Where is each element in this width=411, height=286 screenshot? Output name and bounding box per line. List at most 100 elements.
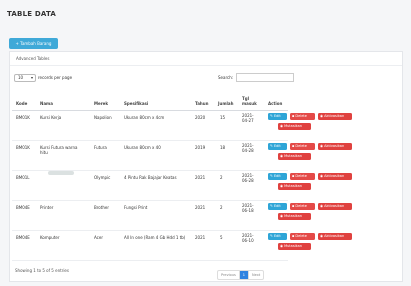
cell-merek: Acer	[94, 235, 103, 240]
cell-tgl-2: 06-10	[242, 238, 254, 243]
col-kode[interactable]: Kode	[16, 101, 27, 106]
add-item-button[interactable]: + Tambah Barang	[9, 38, 58, 49]
pagination: Previous 1 Next	[217, 270, 265, 280]
panel-heading: Advanced Tables	[10, 52, 402, 66]
check-circle-icon: ◉	[320, 204, 324, 208]
page-1-button[interactable]: 1	[238, 271, 249, 279]
table-row: BM04E Komputer Acer All In one (Ram 4 Gb Hd…	[12, 231, 352, 261]
mutate-button[interactable]: ◉Mutasikan	[278, 153, 311, 160]
table-row: BM01K Kursi Futura warna hitu Futura Ukuran…	[12, 141, 352, 171]
transfer-icon: ◉	[280, 124, 284, 128]
cell-jumlah: 5	[220, 235, 223, 240]
cell-spesifikasi: All In one (Ram 4 Gb Hdd 1 tb)	[124, 235, 186, 240]
cell-tahun: 2020	[195, 115, 206, 120]
col-action: Action	[268, 101, 283, 106]
cell-merek: Napolion	[94, 115, 112, 120]
mutate-label: Mutasikan	[284, 214, 302, 218]
cell-spesifikasi: Ukuran 80cm x 40	[124, 145, 161, 150]
mutate-button[interactable]: ◉Mutasikan	[278, 183, 311, 190]
activate-button[interactable]: ◉Aktivasikan	[318, 233, 352, 240]
page-length-label: records per page	[38, 75, 73, 80]
table-panel: Advanced Tables 10 ▾ records per page Se…	[9, 51, 403, 282]
next-page-button[interactable]: Next	[248, 271, 263, 279]
cell-kode: BM04E	[16, 205, 30, 210]
redacted-name	[48, 171, 74, 175]
delete-label: Delete	[295, 234, 307, 238]
cell-nama: Kursi Kerja	[40, 115, 62, 120]
activate-label: Aktivasikan	[324, 234, 345, 238]
cell-tgl-2: 06-18	[242, 208, 254, 213]
activate-button[interactable]: ◉Aktivasikan	[318, 143, 352, 150]
activate-button[interactable]: ◉Aktivasikan	[318, 113, 352, 120]
edit-label: Edit	[273, 234, 281, 238]
edit-icon: ✎	[270, 114, 273, 118]
cell-jumlah: 2	[220, 205, 223, 210]
delete-button[interactable]: ▪Delete	[290, 143, 315, 150]
table-header: Kode Nama Merek Spesifikasi Tahun Jumlah…	[12, 89, 288, 111]
cell-kode: BM01L	[16, 175, 30, 180]
edit-button[interactable]: ✎Edit	[268, 233, 287, 240]
cell-spesifikasi: Fungsi Print	[124, 205, 148, 210]
mutate-button[interactable]: ◉Mutasikan	[278, 123, 311, 130]
activate-label: Aktivasikan	[324, 144, 345, 148]
col-spesifikasi[interactable]: Spesifikasi	[124, 101, 148, 106]
col-tahun[interactable]: Tahun	[195, 101, 208, 106]
delete-label: Delete	[295, 144, 307, 148]
col-jumlah[interactable]: Jumlah	[218, 101, 233, 106]
check-circle-icon: ◉	[320, 114, 324, 118]
chevron-down-icon: ▾	[30, 75, 33, 80]
activate-button[interactable]: ◉Aktivasikan	[318, 203, 352, 210]
delete-label: Delete	[295, 174, 307, 178]
cell-kode: BM04E	[16, 235, 30, 240]
prev-page-button[interactable]: Previous	[218, 271, 239, 279]
table-row: BM04E Printer Brother Fungsi Print 2021 2 2021…	[12, 201, 352, 231]
cell-merek: Futura	[94, 145, 107, 150]
edit-button[interactable]: ✎Edit	[268, 113, 287, 120]
cell-nama: Kursi Futura warna hitu	[40, 145, 78, 155]
activate-button[interactable]: ◉Aktivasikan	[318, 173, 352, 180]
transfer-icon: ◉	[280, 154, 284, 158]
delete-button[interactable]: ▪Delete	[290, 113, 315, 120]
edit-icon: ✎	[270, 204, 273, 208]
delete-button[interactable]: ▪Delete	[290, 203, 315, 210]
page-length-value: 10	[18, 75, 24, 80]
cell-kode: BM01K	[16, 115, 30, 120]
edit-icon: ✎	[270, 174, 273, 178]
edit-button[interactable]: ✎Edit	[268, 143, 287, 150]
check-circle-icon: ◉	[320, 234, 324, 238]
transfer-icon: ◉	[280, 214, 284, 218]
cell-jumlah: 2	[220, 175, 223, 180]
data-table: Kode Nama Merek Spesifikasi Tahun Jumlah…	[12, 89, 352, 261]
mutate-button[interactable]: ◉Mutasikan	[278, 243, 311, 250]
cell-tahun: 2021	[195, 235, 206, 240]
edit-button[interactable]: ✎Edit	[268, 173, 287, 180]
transfer-icon: ◉	[280, 244, 284, 248]
delete-button[interactable]: ▪Delete	[290, 173, 315, 180]
check-circle-icon: ◉	[320, 174, 324, 178]
activate-label: Aktivasikan	[324, 114, 345, 118]
edit-label: Edit	[273, 204, 281, 208]
table-info: Showing 1 to 5 of 5 entries	[15, 268, 69, 273]
page-title: TABLE DATA	[7, 10, 56, 18]
cell-nama: Komputer	[40, 235, 60, 240]
search-input[interactable]	[236, 73, 294, 82]
cell-kode: BM01K	[16, 145, 30, 150]
page-length-select[interactable]: 10 ▾	[14, 74, 36, 82]
table-controls: 10 ▾ records per page Search:	[10, 73, 402, 85]
delete-button[interactable]: ▪Delete	[290, 233, 315, 240]
edit-button[interactable]: ✎Edit	[268, 203, 287, 210]
mutate-button[interactable]: ◉Mutasikan	[278, 213, 311, 220]
mutate-label: Mutasikan	[284, 124, 302, 128]
table-row: BM01L Olympic 4 Pintu Rak Bajajar Keatas 20…	[12, 171, 352, 201]
col-tgl-2[interactable]: masuk	[242, 101, 257, 106]
edit-label: Edit	[273, 144, 281, 148]
transfer-icon: ◉	[280, 184, 284, 188]
cell-jumlah: 18	[220, 145, 226, 150]
cell-spesifikasi: 4 Pintu Rak Bajajar Keatas	[124, 175, 177, 180]
mutate-label: Mutasikan	[284, 184, 302, 188]
col-nama[interactable]: Nama	[40, 101, 53, 106]
cell-tahun: 2021	[195, 205, 206, 210]
col-merek[interactable]: Merek	[94, 101, 108, 106]
mutate-label: Mutasikan	[284, 154, 302, 158]
cell-tahun: 2019	[195, 145, 206, 150]
